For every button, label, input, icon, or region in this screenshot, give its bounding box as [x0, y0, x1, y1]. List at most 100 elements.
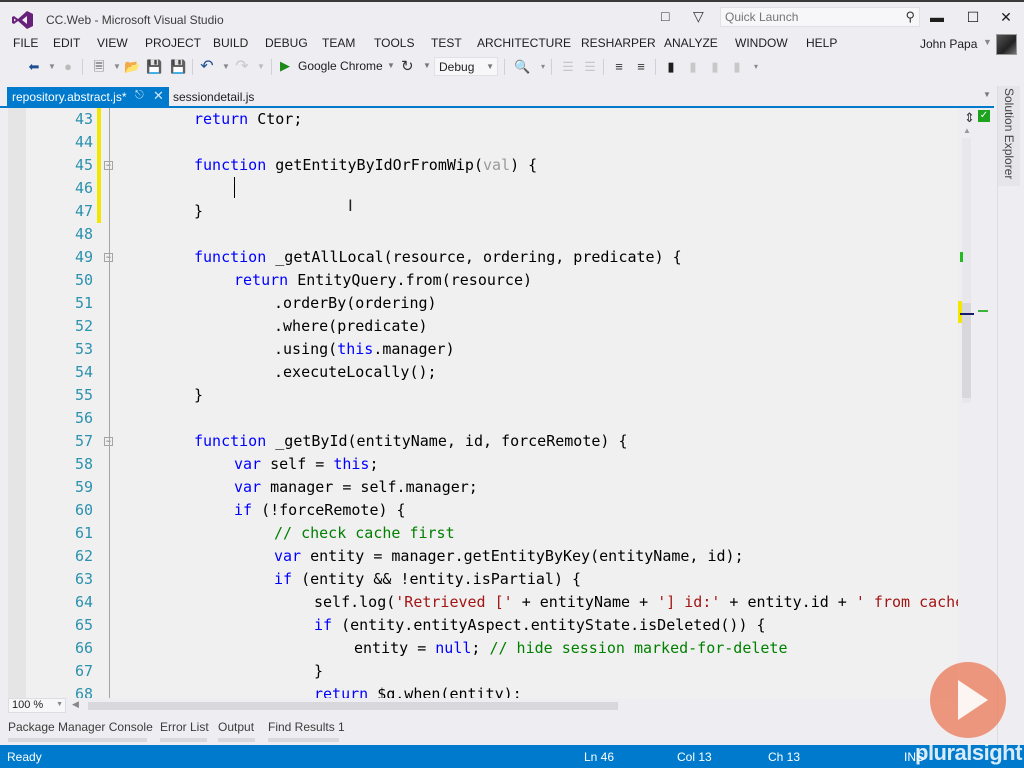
- code-line[interactable]: 43 return Ctor;: [8, 108, 958, 131]
- maximize-button[interactable]: ☐: [963, 8, 983, 26]
- comment-icon[interactable]: ☰: [560, 59, 576, 75]
- open-file-icon[interactable]: 📂: [124, 59, 140, 75]
- start-debugging-icon[interactable]: ▶: [280, 58, 290, 74]
- pin-icon[interactable]: ⎋: [135, 89, 144, 102]
- code-line[interactable]: 49−function _getAllLocal(resource, order…: [8, 246, 958, 269]
- clear-bookmarks-icon[interactable]: ▮: [729, 59, 745, 75]
- code-line[interactable]: 67}: [8, 660, 958, 683]
- vertical-scrollbar[interactable]: ⇕ ✓ ▲: [958, 108, 996, 698]
- save-all-icon[interactable]: 💾: [170, 59, 186, 75]
- menu-edit[interactable]: EDIT: [53, 36, 80, 50]
- code-token: + entityName +: [512, 593, 658, 611]
- code-line[interactable]: 57−function _getById(entityName, id, for…: [8, 430, 958, 453]
- tool-tab-output[interactable]: Output: [218, 720, 254, 734]
- forward-icon[interactable]: ●: [60, 59, 76, 75]
- close-window-button[interactable]: ✕: [996, 8, 1016, 26]
- code-line[interactable]: 53 .using(this.manager): [8, 338, 958, 361]
- chevron-down-icon[interactable]: ▼: [44, 59, 60, 75]
- code-line[interactable]: 46: [8, 177, 958, 200]
- solution-explorer-tab[interactable]: Solution Explorer: [998, 86, 1020, 186]
- avatar[interactable]: [996, 34, 1017, 55]
- menu-file[interactable]: FILE: [13, 36, 38, 50]
- code-editor[interactable]: 43 return Ctor; 44 45−function getEntityByI…: [8, 108, 958, 698]
- tab-overflow-dropdown-icon[interactable]: ▼: [983, 90, 991, 99]
- minimize-button[interactable]: ▬: [927, 8, 947, 26]
- uncomment-icon[interactable]: ☰: [582, 59, 598, 75]
- chevron-down-icon[interactable]: ▼: [387, 61, 395, 70]
- run-target-button[interactable]: Google Chrome: [298, 59, 383, 73]
- code-line[interactable]: 60 if (!forceRemote) {: [8, 499, 958, 522]
- code-line[interactable]: 66 entity = null; // hide session marked-…: [8, 637, 958, 660]
- menu-resharper[interactable]: RESHARPER: [581, 36, 656, 50]
- redo-icon[interactable]: ↷: [234, 59, 250, 75]
- quick-launch-box[interactable]: ⚲: [720, 7, 920, 27]
- next-bookmark-icon[interactable]: ▮: [707, 59, 723, 75]
- undo-icon[interactable]: ↶: [199, 59, 215, 75]
- code-line[interactable]: 63 if (entity && !entity.isPartial) {: [8, 568, 958, 591]
- user-account-name[interactable]: John Papa: [920, 37, 977, 51]
- tool-tab-package-manager-console[interactable]: Package Manager Console: [8, 720, 153, 734]
- menu-team[interactable]: TEAM: [322, 36, 355, 50]
- feedback-icon[interactable]: □: [661, 8, 677, 24]
- code-line[interactable]: 47}: [8, 200, 958, 223]
- code-line[interactable]: 64 self.log('Retrieved [' + entityName + …: [8, 591, 958, 614]
- chevron-down-icon[interactable]: ▼: [983, 37, 992, 47]
- code-line[interactable]: 45−function getEntityByIdOrFromWip(val) …: [8, 154, 958, 177]
- code-line[interactable]: 50 return EntityQuery.from(resource): [8, 269, 958, 292]
- search-icon[interactable]: ⚲: [905, 9, 915, 25]
- menu-view[interactable]: VIEW: [97, 36, 128, 50]
- new-project-icon[interactable]: 🗏: [91, 59, 107, 75]
- menu-help[interactable]: HELP: [806, 36, 837, 50]
- code-line[interactable]: 51 .orderBy(ordering): [8, 292, 958, 315]
- chevron-down-icon[interactable]: ▼: [218, 59, 234, 75]
- menu-analyze[interactable]: ANALYZE: [664, 36, 718, 50]
- scroll-left-icon[interactable]: ◀: [72, 699, 79, 710]
- code-line[interactable]: 62 var entity = manager.getEntityByKey(en…: [8, 545, 958, 568]
- chevron-down-icon[interactable]: ▼: [253, 59, 269, 75]
- menu-window[interactable]: WINDOW: [735, 36, 788, 50]
- code-line[interactable]: 59 var manager = self.manager;: [8, 476, 958, 499]
- code-line[interactable]: 65 if (entity.entityAspect.entityState.is…: [8, 614, 958, 637]
- code-line[interactable]: 68 return $q.when(entity);: [8, 683, 958, 698]
- code-line[interactable]: 52 .where(predicate): [8, 315, 958, 338]
- tool-tab-find-results[interactable]: Find Results 1: [268, 720, 345, 734]
- refresh-icon[interactable]: ↻: [401, 57, 414, 75]
- horizontal-scroll-thumb[interactable]: [88, 702, 618, 710]
- quick-launch-input[interactable]: [721, 8, 899, 26]
- code-line[interactable]: 48: [8, 223, 958, 246]
- code-line[interactable]: 55}: [8, 384, 958, 407]
- chevron-down-icon[interactable]: ▼: [423, 61, 431, 70]
- decrease-indent-icon[interactable]: ≡: [611, 59, 627, 75]
- increase-indent-icon[interactable]: ≡: [633, 59, 649, 75]
- save-icon[interactable]: 💾: [146, 59, 162, 75]
- close-icon[interactable]: ✕: [153, 88, 164, 104]
- code-line[interactable]: 58 var self = this;: [8, 453, 958, 476]
- code-line[interactable]: 56: [8, 407, 958, 430]
- prev-bookmark-icon[interactable]: ▮: [685, 59, 701, 75]
- scroll-up-icon[interactable]: ▲: [963, 126, 971, 135]
- toolbar-overflow-icon[interactable]: ▾: [748, 59, 764, 75]
- tab-sessiondetail[interactable]: sessiondetail.js: [173, 90, 254, 104]
- split-window-icon[interactable]: ⇕: [964, 110, 975, 126]
- menu-project[interactable]: PROJECT: [145, 36, 201, 50]
- menu-tools[interactable]: TOOLS: [374, 36, 414, 50]
- back-icon[interactable]: ⬅: [26, 59, 42, 75]
- toolbar-overflow-icon[interactable]: ▾: [535, 59, 551, 75]
- menu-build[interactable]: BUILD: [213, 36, 248, 50]
- menu-debug[interactable]: DEBUG: [265, 36, 308, 50]
- notification-filter-icon[interactable]: ▽: [693, 8, 709, 24]
- tab-repository-abstract[interactable]: repository.abstract.js* ⎋ ✕: [7, 87, 169, 106]
- find-in-files-icon[interactable]: 🔍: [514, 59, 530, 75]
- menu-test[interactable]: TEST: [431, 36, 462, 50]
- code-line[interactable]: 54 .executeLocally();: [8, 361, 958, 384]
- tool-tab-error-list[interactable]: Error List: [160, 720, 209, 734]
- solution-configuration-select[interactable]: Debug ▼: [434, 57, 498, 76]
- code-line[interactable]: 61 // check cache first: [8, 522, 958, 545]
- menu-architecture[interactable]: ARCHITECTURE: [477, 36, 571, 50]
- code-line[interactable]: 44: [8, 131, 958, 154]
- configuration-value: Debug: [439, 60, 475, 74]
- chevron-down-icon[interactable]: ▼: [109, 59, 125, 75]
- scroll-thumb[interactable]: [962, 303, 971, 398]
- editor-zoom-select[interactable]: 100 % ▼: [8, 698, 66, 713]
- bookmark-icon[interactable]: ▮: [663, 59, 679, 75]
